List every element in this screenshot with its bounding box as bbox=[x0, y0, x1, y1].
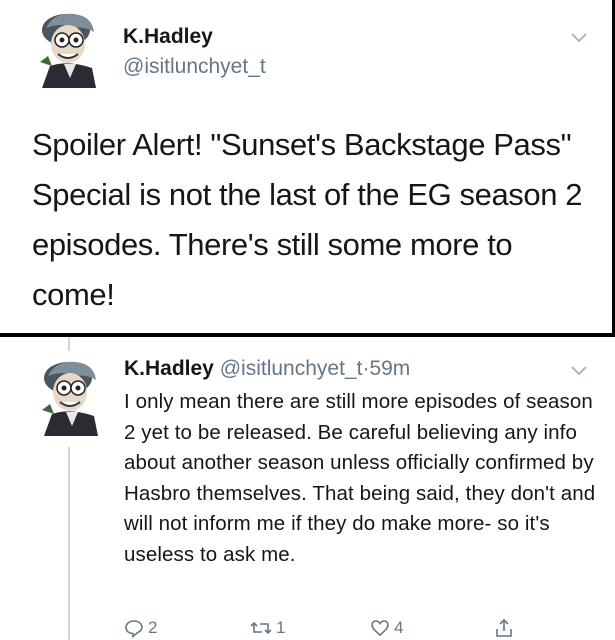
chevron-down-icon[interactable] bbox=[570, 32, 588, 44]
reply-count: 2 bbox=[148, 618, 158, 637]
chevron-down-icon[interactable] bbox=[570, 365, 588, 377]
retweet-button[interactable]: 1 bbox=[250, 618, 285, 638]
tweet-header: K.Hadley @isitlunchyet_t·59m bbox=[124, 357, 410, 381]
reply-icon bbox=[125, 620, 143, 638]
author-name[interactable]: K.Hadley bbox=[124, 357, 214, 380]
like-button[interactable]: 4 bbox=[370, 618, 403, 638]
author-handle[interactable]: @isitlunchyet_t bbox=[123, 55, 266, 79]
retweet-count: 1 bbox=[276, 618, 286, 637]
heart-icon bbox=[371, 620, 389, 637]
tweet-text: I only mean there are still more episode… bbox=[124, 390, 596, 566]
like-count: 4 bbox=[394, 618, 404, 637]
tweet-text: Spoiler Alert! "Sunset's Backstage Pass"… bbox=[32, 127, 583, 312]
tweet-card-main: K.Hadley @isitlunchyet_t Spoiler Alert! … bbox=[0, 0, 612, 333]
share-icon bbox=[496, 618, 512, 637]
share-button[interactable] bbox=[494, 618, 518, 638]
avatar[interactable] bbox=[36, 356, 108, 436]
thread-line bbox=[68, 447, 70, 640]
timestamp[interactable]: 59m bbox=[369, 357, 410, 380]
author-handle[interactable]: @isitlunchyet_t bbox=[220, 357, 363, 380]
reply-button[interactable]: 2 bbox=[124, 618, 157, 638]
tweet-actions: 2 1 4 bbox=[124, 618, 524, 640]
avatar[interactable] bbox=[34, 8, 106, 88]
tweet-card-reply: K.Hadley @isitlunchyet_t·59m I only mean… bbox=[0, 337, 615, 640]
author-name[interactable]: K.Hadley bbox=[123, 25, 213, 49]
thread-line-top bbox=[68, 337, 70, 351]
retweet-icon bbox=[250, 621, 272, 635]
